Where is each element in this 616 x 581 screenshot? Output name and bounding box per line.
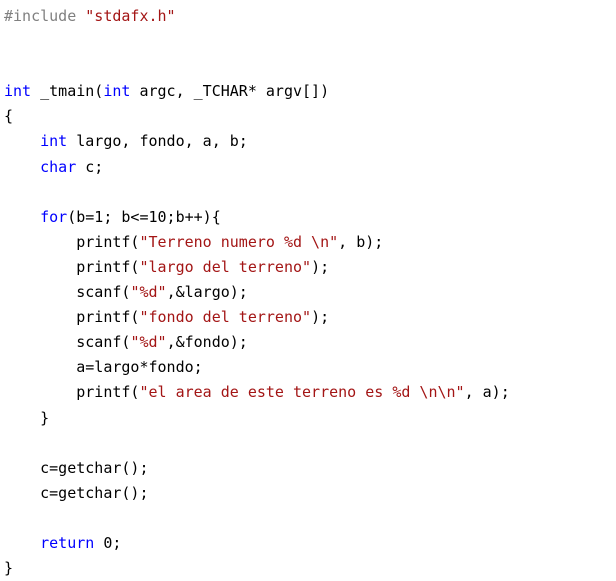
code-line[interactable]: ​ [4,506,510,531]
code-line[interactable]: printf("el area de este terreno es %d \n… [4,380,510,405]
code-token: c=getchar(); [4,483,149,502]
code-line[interactable]: printf("Terreno numero %d \n", b); [4,230,510,255]
code-token: ); [311,308,330,327]
string-token: "el area de este terreno es %d \n\n" [139,383,465,402]
code-token: c=getchar(); [4,458,149,477]
code-line[interactable]: } [4,556,510,581]
keyword-token: int [103,82,131,101]
code-token: scanf( [4,283,131,302]
code-token: (b=1; b<=10;b++){ [67,207,221,226]
code-token: ,&largo); [166,283,248,302]
code-token: printf( [4,257,140,276]
code-line[interactable]: printf("fondo del terreno"); [4,305,510,330]
code-token: ,&fondo); [166,333,248,352]
code-line[interactable]: } [4,406,510,431]
code-token: largo, fondo, a, b; [67,132,248,151]
code-line[interactable]: c=getchar(); [4,481,510,506]
code-line[interactable]: for(b=1; b<=10;b++){ [4,205,510,230]
code-token: _tmain( [31,82,104,101]
string-token: "%d" [130,283,167,302]
code-token: c; [76,157,104,176]
code-line[interactable]: c=getchar(); [4,456,510,481]
code-line[interactable]: scanf("%d",&fondo); [4,330,510,355]
string-token: "fondo del terreno" [139,308,312,327]
code-token: { [4,107,14,126]
code-line[interactable]: printf("largo del terreno"); [4,255,510,280]
code-token: printf( [4,308,140,327]
keyword-token: for [40,207,68,226]
code-token: , a); [464,383,510,402]
code-line[interactable]: { [4,104,510,129]
code-editor[interactable]: #include "stdafx.h"​​int _tmain(int argc… [0,0,616,579]
code-token: } [4,408,50,427]
keyword-token: int [4,82,32,101]
keyword-token: int [40,132,68,151]
code-line[interactable]: ​ [4,180,510,205]
code-line[interactable]: #include "stdafx.h" [4,4,510,29]
code-token: a=largo*fondo; [4,358,203,377]
code-line[interactable]: ​ [4,431,510,456]
code-token: ); [311,257,330,276]
code-token: } [4,559,14,578]
code-line[interactable]: a=largo*fondo; [4,355,510,380]
code-token: argc, _TCHAR* argv[]) [130,82,330,101]
code-token: scanf( [4,333,131,352]
string-token: "stdafx.h" [85,7,176,25]
code-line[interactable]: ​ [4,54,510,79]
string-token: "largo del terreno" [139,257,312,276]
code-line[interactable]: ​ [4,29,510,54]
source-code[interactable]: #include "stdafx.h"​​int _tmain(int argc… [4,4,510,581]
code-line[interactable]: char c; [4,155,510,180]
code-line[interactable]: scanf("%d",&largo); [4,280,510,305]
code-token: printf( [4,383,140,402]
code-line[interactable]: return 0; [4,531,510,556]
code-token: 0; [94,533,122,552]
code-token: printf( [4,232,140,251]
string-token: "%d" [130,333,167,352]
keyword-token: char [40,157,77,176]
preprocessor-token: #include [4,7,86,25]
code-line[interactable]: int largo, fondo, a, b; [4,129,510,154]
code-line[interactable]: int _tmain(int argc, _TCHAR* argv[]) [4,79,510,104]
keyword-token: return [40,533,95,552]
code-token: , b); [338,232,384,251]
string-token: "Terreno numero %d \n" [139,232,339,251]
